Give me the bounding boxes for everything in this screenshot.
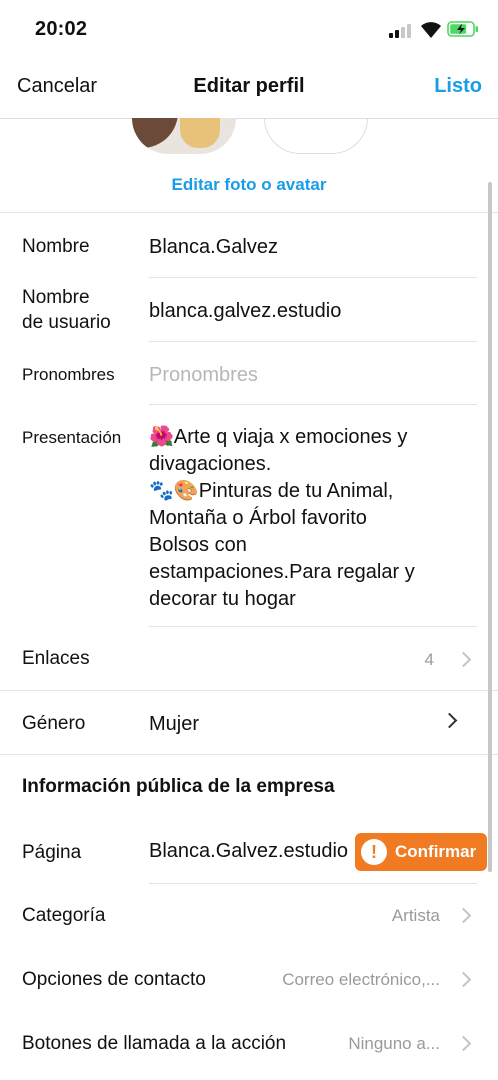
divider <box>149 626 477 627</box>
status-time: 20:02 <box>35 18 88 40</box>
cellular-signal-icon <box>389 24 413 38</box>
edit-photo-button[interactable]: Editar foto o avatar <box>0 175 498 195</box>
username-label-line2: de usuario <box>22 312 111 333</box>
pronouns-field[interactable]: Pronombres <box>149 364 258 387</box>
pronouns-label: Pronombres <box>22 365 115 384</box>
gender-value: Mujer <box>149 713 200 735</box>
category-value: Artista <box>391 906 440 925</box>
bio-field[interactable]: 🌺Arte q viaja x emociones y divagaciones… <box>149 424 469 613</box>
chevron-right-icon <box>455 651 472 668</box>
divider <box>149 277 477 278</box>
battery-icon <box>447 21 478 37</box>
bio-line: Montaña o Árbol favorito <box>149 507 367 529</box>
bio-line: decorar tu hogar <box>149 588 296 610</box>
name-label: Nombre <box>22 236 90 257</box>
cta-buttons-label: Botones de llamada a la acción <box>22 1033 287 1054</box>
confirm-button[interactable]: ! Confirmar <box>355 833 487 871</box>
category-label: Categoría <box>22 905 106 926</box>
alert-icon: ! <box>361 839 387 865</box>
contact-options-label: Opciones de contacto <box>22 969 206 990</box>
username-label-line1: Nombre <box>22 287 90 308</box>
username-field[interactable]: blanca.galvez.estudio <box>149 300 341 323</box>
avatar-placeholder[interactable] <box>264 118 368 154</box>
divider <box>0 754 498 755</box>
bio-line: estampaciones.Para regalar y <box>149 561 415 583</box>
page-title: Editar perfil <box>193 75 305 97</box>
gender-label: Género <box>22 713 86 734</box>
scrollbar[interactable] <box>488 182 492 872</box>
links-count: 4 <box>424 650 434 669</box>
bio-line: 🐾🎨Pinturas de tu Animal, <box>149 480 394 502</box>
done-button[interactable]: Listo <box>434 75 482 98</box>
business-section-title: Información pública de la empresa <box>22 776 335 797</box>
chevron-right-icon <box>455 1035 472 1052</box>
page-label: Página <box>22 842 82 863</box>
bio-label: Presentación <box>22 428 122 447</box>
chevron-right-icon <box>455 907 472 924</box>
wifi-icon <box>421 22 441 38</box>
divider <box>149 404 477 405</box>
links-label: Enlaces <box>22 648 90 669</box>
chevron-right-icon <box>455 971 472 988</box>
divider <box>0 690 498 691</box>
chevron-right-icon <box>441 712 458 729</box>
status-bar: 20:02 <box>0 0 498 62</box>
divider <box>149 341 477 342</box>
divider <box>149 883 477 884</box>
bio-line: Bolsos con <box>149 534 247 556</box>
page-field[interactable]: Blanca.Galvez.estudio <box>149 840 353 863</box>
confirm-label: Confirmar <box>395 842 477 861</box>
name-field[interactable]: Blanca.Galvez <box>149 236 278 259</box>
contact-options-value: Correo electrónico,... <box>282 970 440 989</box>
profile-photo[interactable] <box>132 118 236 154</box>
nav-header: Cancelar Editar perfil Listo <box>0 62 498 119</box>
cta-buttons-value: Ninguno a... <box>348 1034 440 1053</box>
bio-line: 🌺Arte q viaja x emociones y <box>149 426 408 448</box>
bio-line: divagaciones. <box>149 453 272 475</box>
divider <box>0 212 498 213</box>
